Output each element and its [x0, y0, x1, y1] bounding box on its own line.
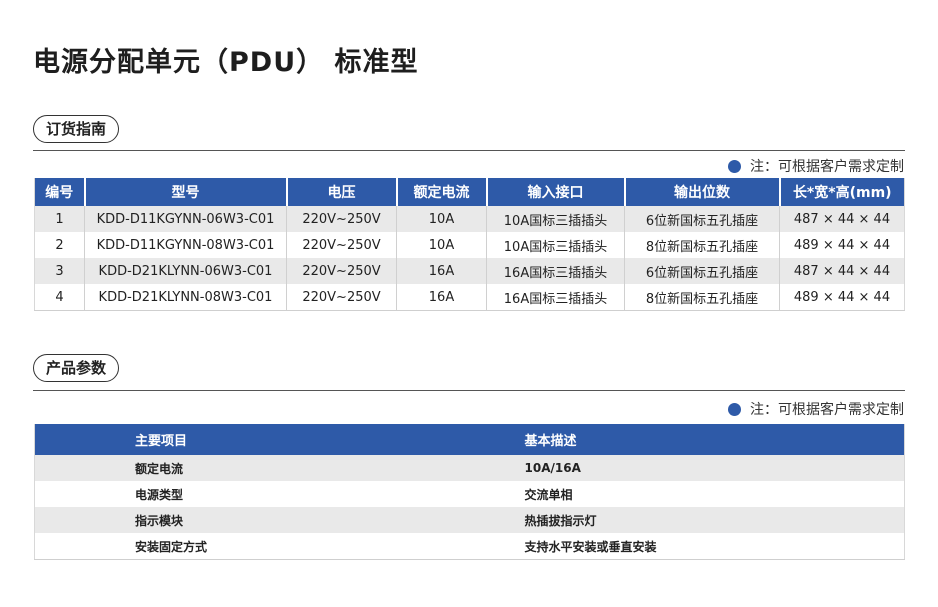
section-heading-ordering: 订货指南: [33, 115, 120, 143]
table-cell: 220V~250V: [286, 258, 397, 284]
table-cell: 220V~250V: [286, 232, 397, 258]
column-header: 电压: [286, 178, 398, 206]
column-header: 主要项目: [34, 424, 425, 455]
table-row: 额定电流 10A/16A: [34, 455, 905, 481]
table-cell: 220V~250V: [286, 206, 397, 232]
table-cell: 6位新国标五孔插座: [624, 258, 780, 284]
table-cell: 10A国标三插插头: [486, 232, 625, 258]
table-row: 电源类型 交流单相: [34, 481, 905, 507]
table-cell: 3: [34, 258, 85, 284]
customization-note: 注：可根据客户需求定制: [728, 156, 904, 176]
table-row: 安装固定方式 支持水平安装或垂直安装: [34, 533, 905, 560]
table-cell: 交流单相: [424, 481, 905, 507]
table-header-row: 主要项目 基本描述: [34, 424, 905, 455]
table-cell: 1: [34, 206, 85, 232]
table-cell: 16A国标三插插头: [486, 284, 625, 311]
column-header: 编号: [34, 178, 86, 206]
column-header: 长*宽*高(mm): [779, 178, 905, 206]
bullet-dot-icon: [728, 402, 741, 416]
table-row: 指示模块 热插拔指示灯: [34, 507, 905, 533]
bullet-dot-icon: [728, 159, 741, 173]
table-cell: 安装固定方式: [34, 533, 425, 560]
table-cell: 支持水平安装或垂直安装: [424, 533, 905, 560]
table-cell: 489 × 44 × 44: [779, 284, 905, 311]
table-row: 1 KDD-D11KGYNN-06W3-C01 220V~250V 10A 10…: [34, 206, 905, 232]
parameters-table: 主要项目 基本描述 额定电流 10A/16A 电源类型 交流单相 指示模块 热插…: [34, 424, 905, 560]
table-cell: 487 × 44 × 44: [779, 258, 905, 284]
table-header-row: 编号 型号 电压 额定电流 输入接口 输出位数 长*宽*高(mm): [34, 178, 905, 206]
table-cell: 电源类型: [34, 481, 425, 507]
table-cell: 489 × 44 × 44: [779, 232, 905, 258]
page-title: 电源分配单元（PDU） 标准型: [33, 47, 419, 78]
table-cell: KDD-D11KGYNN-06W3-C01: [84, 206, 287, 232]
column-header: 型号: [84, 178, 288, 206]
table-cell: 指示模块: [34, 507, 425, 533]
note-text: 注：可根据客户需求定制: [750, 402, 904, 418]
table-cell: 额定电流: [34, 455, 425, 481]
table-cell: 16A: [396, 284, 487, 311]
section-heading-params: 产品参数: [33, 354, 120, 382]
table-cell: 10A: [396, 206, 487, 232]
table-cell: 16A国标三插插头: [486, 258, 625, 284]
note-text: 注：可根据客户需求定制: [750, 159, 904, 175]
table-row: 2 KDD-D11KGYNN-08W3-C01 220V~250V 10A 10…: [34, 232, 905, 258]
table-cell: KDD-D21KLYNN-08W3-C01: [84, 284, 287, 311]
table-cell: 2: [34, 232, 85, 258]
column-header: 输出位数: [624, 178, 781, 206]
section-divider: [33, 150, 905, 151]
table-cell: 6位新国标五孔插座: [624, 206, 780, 232]
table-cell: 487 × 44 × 44: [779, 206, 905, 232]
table-cell: 8位新国标五孔插座: [624, 284, 780, 311]
table-cell: 10A/16A: [424, 455, 905, 481]
column-header: 额定电流: [396, 178, 488, 206]
table-cell: 10A: [396, 232, 487, 258]
table-cell: 8位新国标五孔插座: [624, 232, 780, 258]
table-cell: 热插拔指示灯: [424, 507, 905, 533]
table-cell: 220V~250V: [286, 284, 397, 311]
table-cell: 4: [34, 284, 85, 311]
column-header: 基本描述: [424, 424, 905, 455]
table-row: 3 KDD-D21KLYNN-06W3-C01 220V~250V 16A 16…: [34, 258, 905, 284]
ordering-table: 编号 型号 电压 额定电流 输入接口 输出位数 长*宽*高(mm) 1 KDD-…: [34, 178, 905, 311]
section-divider: [33, 390, 905, 391]
table-cell: KDD-D11KGYNN-08W3-C01: [84, 232, 287, 258]
table-cell: 16A: [396, 258, 487, 284]
table-row: 4 KDD-D21KLYNN-08W3-C01 220V~250V 16A 16…: [34, 284, 905, 311]
column-header: 输入接口: [486, 178, 626, 206]
table-cell: KDD-D21KLYNN-06W3-C01: [84, 258, 287, 284]
table-cell: 10A国标三插插头: [486, 206, 625, 232]
customization-note: 注：可根据客户需求定制: [728, 399, 904, 419]
